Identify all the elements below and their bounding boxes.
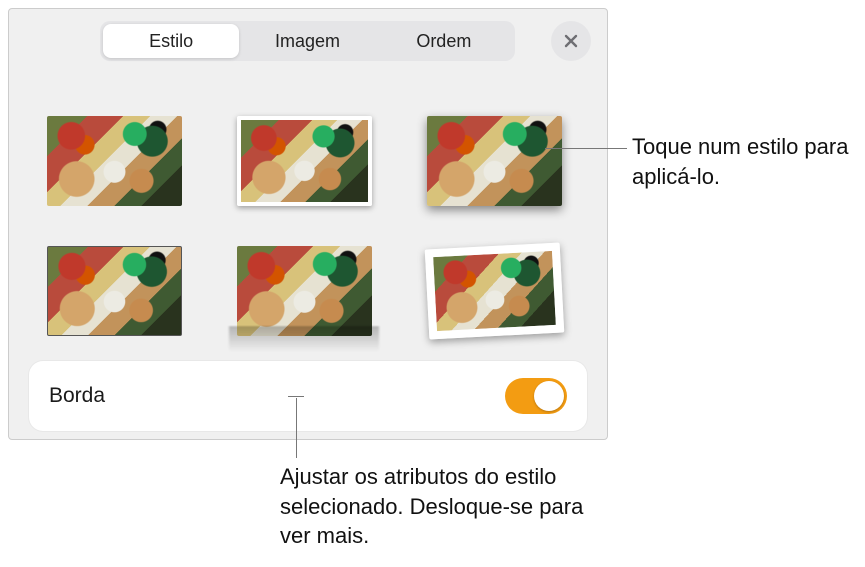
- style-swatch[interactable]: [419, 101, 569, 221]
- panel-header: Estilo Imagem Ordem: [9, 9, 607, 71]
- format-panel: Estilo Imagem Ordem: [8, 8, 608, 440]
- style-swatch[interactable]: [229, 231, 379, 351]
- tab-segmented-control: Estilo Imagem Ordem: [100, 21, 515, 61]
- toggle-knob: [534, 381, 564, 411]
- tab-image[interactable]: Imagem: [239, 24, 375, 58]
- style-swatch[interactable]: [39, 101, 189, 221]
- style-swatch[interactable]: [419, 231, 569, 351]
- callout-leader-line: [296, 398, 297, 458]
- callout-leader-line: [288, 396, 304, 397]
- border-toggle[interactable]: [505, 378, 567, 414]
- callout-adjust-attributes: Ajustar os atributos do estilo seleciona…: [280, 462, 600, 551]
- style-options-card: Borda: [29, 361, 587, 431]
- callout-leader-line: [545, 148, 627, 149]
- close-button[interactable]: [551, 21, 591, 61]
- style-swatch[interactable]: [39, 231, 189, 351]
- style-swatch[interactable]: [229, 101, 379, 221]
- tab-order[interactable]: Ordem: [376, 24, 512, 58]
- close-icon: [563, 33, 579, 49]
- style-thumbnails-area: [9, 71, 607, 361]
- border-label: Borda: [49, 384, 105, 408]
- style-grid: [39, 101, 577, 351]
- callout-tap-style: Toque num estilo para aplicá-lo.: [632, 132, 857, 191]
- tab-style[interactable]: Estilo: [103, 24, 239, 58]
